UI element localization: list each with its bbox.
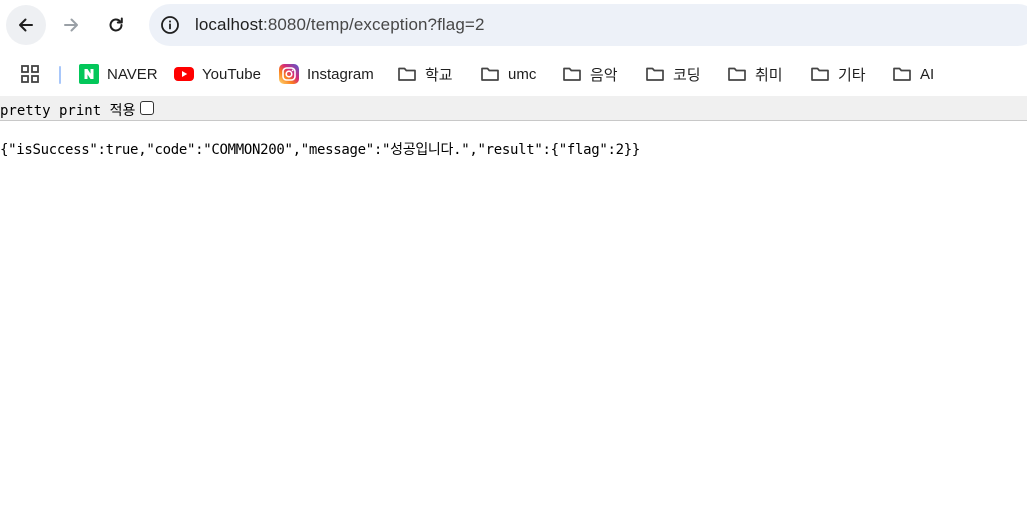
pretty-print-checkbox[interactable]: [140, 101, 154, 115]
folder-icon: [893, 67, 911, 81]
bookmarks-divider: [59, 66, 61, 84]
bookmark-folder-etc[interactable]: 기타: [810, 63, 866, 85]
bookmark-label: umc: [508, 65, 537, 83]
bookmark-label: Instagram: [307, 65, 374, 83]
bookmarks-bar: NAVER YouTube Instagram 학교 umc 음악 코딩 취미 …: [0, 50, 1027, 96]
folder-icon: [398, 67, 416, 81]
bookmark-folder-ai[interactable]: AI: [892, 63, 934, 85]
reload-button[interactable]: [96, 5, 136, 45]
url-host: localhost: [195, 15, 263, 34]
bookmark-naver[interactable]: NAVER: [79, 63, 158, 85]
bookmark-label: 취미: [755, 66, 783, 84]
arrow-left-icon: [19, 18, 33, 32]
json-response-text: {"isSuccess":true,"code":"COMMON200","me…: [0, 142, 641, 158]
bookmark-label: 기타: [838, 66, 866, 84]
folder-icon: [646, 67, 664, 81]
bookmark-youtube[interactable]: YouTube: [174, 63, 261, 85]
instagram-icon: [279, 64, 299, 84]
naver-icon: [79, 64, 99, 84]
bookmark-folder-umc[interactable]: umc: [480, 63, 536, 85]
bookmark-label: YouTube: [202, 65, 261, 83]
url-text[interactable]: localhost:8080/temp/exception?flag=2: [195, 15, 485, 35]
back-button[interactable]: [6, 5, 46, 45]
browser-toolbar: localhost:8080/temp/exception?flag=2: [0, 0, 1027, 50]
arrow-right-icon: [64, 18, 78, 32]
site-info-icon[interactable]: [160, 15, 180, 35]
bookmark-folder-coding[interactable]: 코딩: [645, 63, 701, 85]
folder-icon: [481, 67, 499, 81]
bookmark-label: 코딩: [673, 66, 701, 84]
url-path: :8080/temp/exception?flag=2: [263, 15, 485, 34]
pretty-print-label: pretty print 적용: [0, 103, 136, 119]
bookmark-folder-hobby[interactable]: 취미: [727, 63, 783, 85]
bookmark-label: NAVER: [107, 65, 158, 83]
folder-icon: [728, 67, 746, 81]
bookmark-label: 음악: [590, 66, 618, 84]
forward-button[interactable]: [51, 5, 91, 45]
folder-icon: [563, 67, 581, 81]
bookmark-label: AI: [920, 65, 935, 83]
folder-icon: [811, 67, 829, 81]
bookmark-label: 학교: [425, 66, 453, 84]
youtube-icon: [174, 67, 194, 81]
bookmark-folder-music[interactable]: 음악: [562, 63, 618, 85]
bookmark-instagram[interactable]: Instagram: [279, 63, 374, 85]
pretty-print-bar: pretty print 적용: [0, 96, 1027, 121]
bookmark-folder-school[interactable]: 학교: [397, 63, 453, 85]
apps-grid-icon[interactable]: [21, 65, 39, 83]
address-bar[interactable]: localhost:8080/temp/exception?flag=2: [149, 4, 1027, 46]
reload-icon: [109, 17, 123, 32]
